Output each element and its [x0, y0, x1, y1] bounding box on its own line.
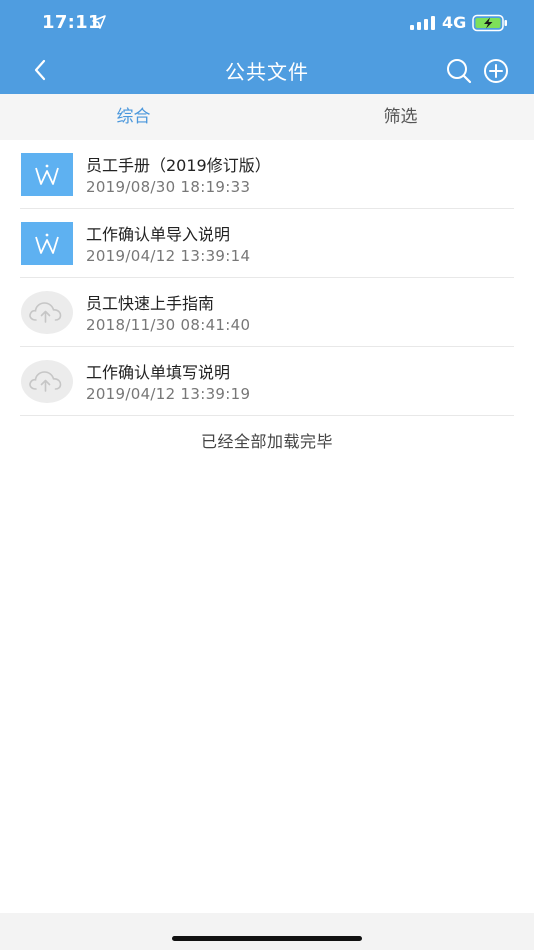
file-name: 工作确认单填写说明 — [86, 363, 231, 382]
file-date: 2019/04/12 13:39:19 — [86, 385, 251, 403]
bottom-safe-area — [0, 913, 534, 950]
add-circle-icon[interactable] — [481, 56, 511, 86]
file-date: 2019/04/12 13:39:14 — [86, 247, 251, 265]
battery-charging-icon — [472, 14, 507, 32]
file-date: 2019/08/30 18:19:33 — [86, 178, 251, 196]
cloud-upload-icon — [21, 360, 73, 403]
word-doc-icon — [21, 222, 73, 265]
tab-bar: 综合 筛选 — [0, 94, 534, 140]
load-complete-text: 已经全部加载完毕 — [200, 432, 333, 451]
status-bar: 17:11 4G — [0, 0, 534, 46]
file-list-item[interactable]: 员工手册（2019修订版） 2019/08/30 18:19:33 — [20, 140, 514, 209]
network-type: 4G — [442, 13, 467, 32]
file-list-item[interactable]: 工作确认单导入说明 2019/04/12 13:39:14 — [20, 209, 514, 278]
search-icon[interactable] — [444, 56, 474, 86]
header: 17:11 4G 公共文件 — [0, 0, 534, 94]
nav-bar: 公共文件 — [0, 46, 534, 94]
file-name: 员工手册（2019修订版） — [86, 156, 271, 175]
location-arrow-icon — [92, 15, 106, 29]
file-list-item[interactable]: 工作确认单填写说明 2019/04/12 13:39:19 — [20, 347, 514, 416]
cellular-signal-icon — [410, 16, 435, 30]
tab-zonghe[interactable]: 综合 — [0, 94, 267, 140]
file-name: 工作确认单导入说明 — [86, 225, 231, 244]
file-list: 员工手册（2019修订版） 2019/08/30 18:19:33 工作确认单导… — [0, 140, 534, 416]
file-date: 2018/11/30 08:41:40 — [86, 316, 251, 334]
file-name: 员工快速上手指南 — [86, 294, 215, 313]
cloud-upload-icon — [21, 291, 73, 334]
file-list-item[interactable]: 员工快速上手指南 2018/11/30 08:41:40 — [20, 278, 514, 347]
word-doc-icon — [21, 153, 73, 196]
home-indicator[interactable] — [172, 936, 362, 941]
tab-filter[interactable]: 筛选 — [267, 94, 534, 140]
